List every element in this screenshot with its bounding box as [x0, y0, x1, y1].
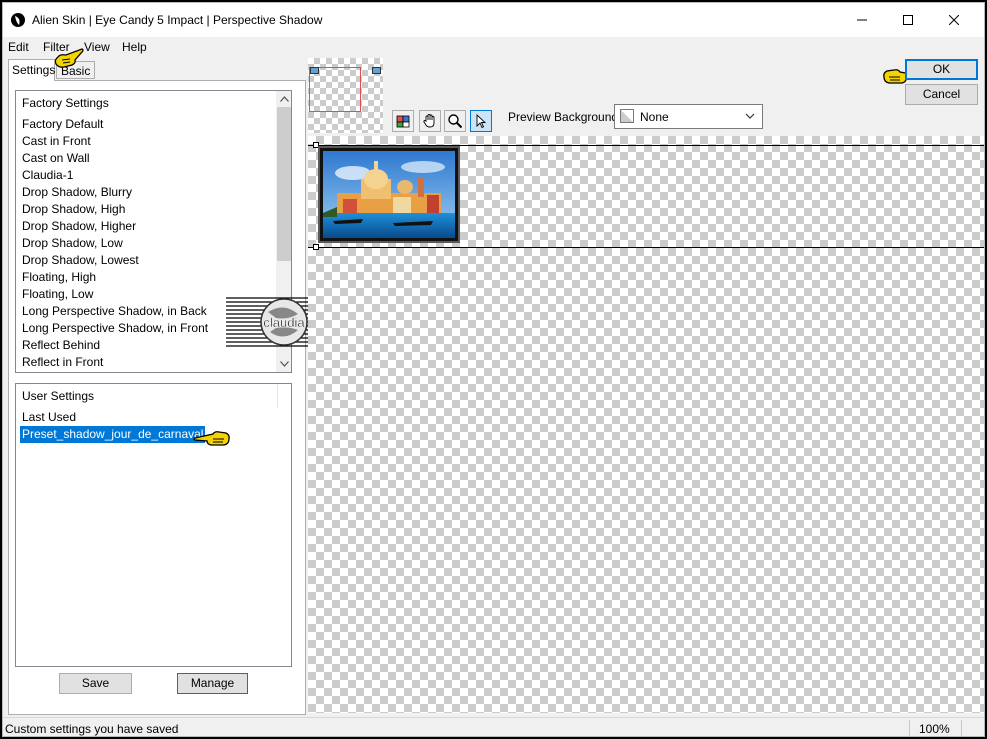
- chevron-up-icon: [279, 96, 289, 102]
- zoom-tool-button[interactable]: [444, 110, 466, 132]
- close-button[interactable]: [931, 3, 977, 37]
- list-item[interactable]: Long Perspective Shadow, in Back: [22, 303, 207, 320]
- status-divider: [909, 720, 910, 736]
- list-item[interactable]: Cast in Front: [22, 133, 91, 150]
- cancel-button[interactable]: Cancel: [905, 84, 978, 105]
- list-item[interactable]: Floating, Low: [22, 286, 93, 303]
- app-window: Alien Skin | Eye Candy 5 Impact | Perspe…: [2, 2, 985, 737]
- watermark-text: claudia: [263, 315, 305, 330]
- menu-edit[interactable]: Edit: [8, 40, 29, 54]
- resize-handle[interactable]: [313, 244, 319, 250]
- arrow-cursor-icon: [476, 113, 487, 129]
- scroll-down-button[interactable]: [276, 356, 291, 372]
- zoom-level: 100%: [919, 722, 950, 736]
- maximize-button[interactable]: [885, 3, 931, 37]
- list-item[interactable]: Drop Shadow, Blurry: [22, 184, 132, 201]
- list-item[interactable]: Drop Shadow, Higher: [22, 218, 136, 235]
- background-swatch: [620, 109, 634, 123]
- status-divider: [961, 720, 962, 736]
- column-divider: [277, 384, 278, 408]
- close-icon: [949, 15, 959, 25]
- chevron-down-icon: [279, 361, 289, 367]
- menu-help[interactable]: Help: [122, 40, 147, 54]
- factory-settings-header: Factory Settings: [22, 96, 109, 110]
- menu-view[interactable]: View: [84, 40, 110, 54]
- alien-skin-app-icon: [11, 13, 25, 27]
- list-item[interactable]: Floating, High: [22, 269, 96, 286]
- list-item[interactable]: Last Used: [22, 409, 76, 426]
- menu-bar: Edit Filter View Help: [3, 37, 984, 57]
- chevron-down-icon: [745, 113, 755, 119]
- list-item[interactable]: Drop Shadow, Low: [22, 235, 123, 252]
- manage-button[interactable]: Manage: [177, 673, 248, 694]
- preview-background-label: Preview Background:: [508, 110, 622, 124]
- preview-background-select[interactable]: None: [614, 104, 763, 129]
- hand-icon: [423, 114, 435, 128]
- hand-tool-button[interactable]: [419, 110, 441, 132]
- list-item[interactable]: Reflect Behind: [22, 337, 100, 354]
- list-item[interactable]: Drop Shadow, High: [22, 201, 125, 218]
- preview-canvas[interactable]: [308, 136, 984, 713]
- user-settings-list[interactable]: User Settings Last Used Preset_shadow_jo…: [15, 383, 292, 667]
- title-bar: Alien Skin | Eye Candy 5 Impact | Perspe…: [3, 3, 984, 37]
- select-tool-button[interactable]: [470, 110, 492, 132]
- mini-image-icon: [372, 67, 381, 74]
- color-picker-icon: [396, 115, 410, 128]
- status-bar: Custom settings you have saved 100%: [3, 717, 984, 736]
- tab-settings[interactable]: Settings: [8, 59, 55, 81]
- maximize-icon: [903, 15, 913, 25]
- magnifier-icon: [448, 114, 463, 129]
- pointing-hand-icon: [193, 431, 230, 446]
- list-item[interactable]: Long Perspective Shadow, in Front: [22, 320, 208, 337]
- minimize-button[interactable]: [839, 3, 885, 37]
- user-settings-header: User Settings: [22, 389, 95, 403]
- save-button[interactable]: Save: [59, 673, 132, 694]
- list-item[interactable]: Cast on Wall: [22, 150, 90, 167]
- list-item-selected[interactable]: Preset_shadow_jour_de_carnaval: [20, 426, 206, 443]
- selection-line-bottom: [308, 247, 984, 248]
- status-text: Custom settings you have saved: [5, 722, 179, 736]
- window-title: Alien Skin | Eye Candy 5 Impact | Perspe…: [32, 13, 323, 27]
- carnival-venice-image: [323, 151, 455, 238]
- scroll-up-button[interactable]: [276, 91, 291, 107]
- minimize-icon: [857, 19, 867, 21]
- preview-background-value: None: [640, 110, 669, 124]
- color-tool-button[interactable]: [392, 110, 414, 132]
- mini-image-icon: [310, 67, 319, 74]
- list-item[interactable]: Reflect in Front: [22, 354, 103, 371]
- list-item[interactable]: Claudia-1: [22, 167, 73, 184]
- ok-button[interactable]: OK: [905, 59, 978, 80]
- navigator-thumbnail[interactable]: [308, 58, 383, 133]
- list-item[interactable]: Drop Shadow, Lowest: [22, 252, 139, 269]
- preview-image-frame: [318, 146, 460, 243]
- list-item[interactable]: Factory Default: [22, 116, 103, 133]
- scroll-thumb[interactable]: [277, 107, 291, 261]
